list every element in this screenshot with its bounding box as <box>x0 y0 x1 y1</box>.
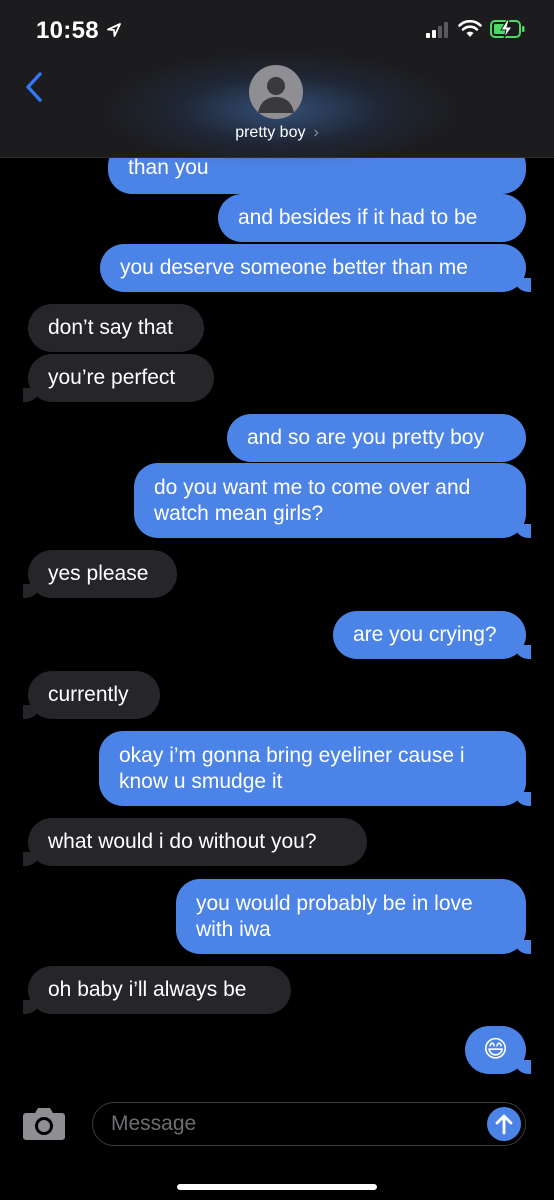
contact-name: pretty boy <box>235 124 306 141</box>
message-text: oh baby i’ll always be <box>48 978 247 1001</box>
message-text-line: okay i’m gonna bring eyeliner cause i <box>119 743 465 767</box>
sent-message-bubble[interactable]: are you crying? <box>333 611 531 659</box>
message-text: yes please <box>48 562 149 585</box>
arrow-up-icon <box>495 1114 513 1135</box>
message-text-line: watch mean girls? <box>154 501 324 525</box>
message-text: currently <box>48 683 129 706</box>
back-button[interactable] <box>18 68 50 106</box>
wifi-icon <box>458 20 482 37</box>
message-text-line: you would probably be in love <box>196 891 473 915</box>
received-message-bubble[interactable]: oh baby i’ll always be <box>23 966 291 1014</box>
message-text: you’re perfect <box>48 366 176 389</box>
message-text: and so are you pretty boy <box>247 426 484 449</box>
status-time: 10:58 <box>36 17 99 44</box>
received-message-bubble[interactable]: don’t say that <box>28 304 204 352</box>
message-input-placeholder: Message <box>111 1112 197 1135</box>
message-text: than you <box>128 156 209 179</box>
person-icon <box>258 77 294 113</box>
send-button[interactable] <box>487 1107 521 1141</box>
received-message-bubble[interactable]: what would i do without you? <box>23 818 367 866</box>
avatar[interactable] <box>249 65 303 119</box>
cellular-signal-icon <box>426 22 448 38</box>
chevron-left-icon <box>26 72 42 102</box>
message-text: you deserve someone better than me <box>120 256 468 279</box>
message-input[interactable]: Message <box>92 1102 526 1146</box>
message-text-line: with iwa <box>196 917 271 941</box>
home-indicator <box>177 1184 377 1190</box>
chevron-right-icon: › <box>313 124 319 141</box>
received-message-bubble[interactable]: you’re perfect <box>23 354 214 402</box>
camera-icon[interactable] <box>22 1106 66 1142</box>
contact-name-button[interactable]: pretty boy › <box>0 124 554 142</box>
received-message-bubble[interactable]: currently <box>23 671 160 719</box>
sent-emoji-bubble[interactable]: 😄 <box>465 1026 531 1074</box>
message-text: what would i do without you? <box>48 830 317 853</box>
sent-message-bubble[interactable]: do you want me to come over and watch me… <box>134 463 531 538</box>
battery-charging-icon <box>490 19 525 39</box>
sent-message-bubble[interactable]: you would probably be in love with iwa <box>176 879 531 954</box>
message-text: 😄 <box>482 1036 509 1063</box>
message-text: are you crying? <box>353 623 497 646</box>
received-message-bubble[interactable]: yes please <box>23 550 177 598</box>
sent-message-bubble[interactable]: you deserve someone better than me <box>100 244 531 292</box>
location-arrow-icon <box>107 23 121 37</box>
sent-message-bubble[interactable]: and besides if it had to be <box>218 194 526 242</box>
sent-message-bubble[interactable]: okay i’m gonna bring eyeliner cause i kn… <box>99 731 531 806</box>
message-text-line: know u smudge it <box>119 769 283 793</box>
message-text: and besides if it had to be <box>238 206 478 229</box>
sent-message-bubble[interactable]: and so are you pretty boy <box>227 414 526 462</box>
conversation-header: 10:58 pretty boy › <box>0 0 554 170</box>
message-text-line: do you want me to come over and <box>154 475 471 499</box>
message-text: don’t say that <box>48 316 173 339</box>
